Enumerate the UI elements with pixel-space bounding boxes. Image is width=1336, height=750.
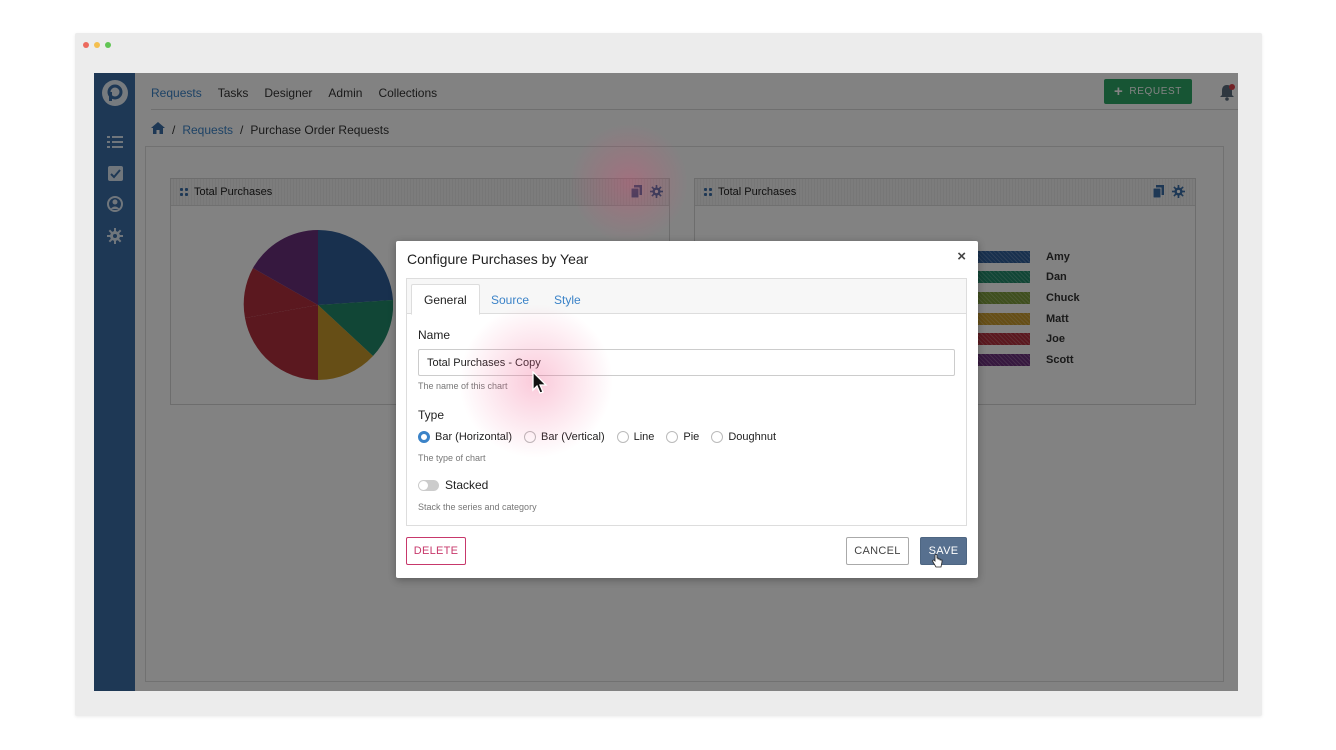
chart-type-radio-group: Bar (Horizontal) Bar (Vertical) Line Pie… xyxy=(418,431,788,443)
radio-unselected-icon xyxy=(711,431,724,443)
type-help-text: The type of chart xyxy=(418,453,486,463)
chart-name-value: Total Purchases - Copy xyxy=(427,356,541,369)
type-label: Type xyxy=(418,408,445,422)
radio-pie[interactable]: Pie xyxy=(666,431,699,443)
radio-selected-icon xyxy=(418,431,430,443)
radio-bar-vertical[interactable]: Bar (Vertical) xyxy=(524,431,605,443)
cancel-button[interactable]: CANCEL xyxy=(846,537,909,565)
toggle-knob xyxy=(419,481,428,490)
radio-label: Doughnut xyxy=(728,431,777,443)
tab-bar: General Source Style xyxy=(407,279,966,315)
app: Requests Tasks Designer Admin Collection… xyxy=(94,73,1238,691)
stacked-toggle[interactable] xyxy=(418,480,439,491)
close-window-dot[interactable] xyxy=(83,42,89,48)
tab-general[interactable]: General xyxy=(411,284,480,315)
radio-label: Bar (Vertical) xyxy=(541,431,605,443)
modal-title: Configure Purchases by Year xyxy=(407,251,589,267)
delete-button[interactable]: DELETE xyxy=(406,537,466,565)
maximize-window-dot[interactable] xyxy=(105,42,111,48)
stacked-label: Stacked xyxy=(445,478,489,492)
radio-line[interactable]: Line xyxy=(616,431,655,443)
configure-chart-modal: Configure Purchases by Year × General So… xyxy=(396,241,978,578)
tab-source[interactable]: Source xyxy=(479,284,541,315)
browser-window: Requests Tasks Designer Admin Collection… xyxy=(75,33,1262,716)
radio-unselected-icon xyxy=(616,431,629,443)
stacked-help-text: Stack the series and category xyxy=(418,502,537,512)
radio-label: Bar (Horizontal) xyxy=(435,431,513,443)
window-controls xyxy=(83,42,111,48)
name-help-text: The name of this chart xyxy=(418,381,508,391)
hand-pointer-icon xyxy=(932,554,943,568)
radio-label: Pie xyxy=(683,431,700,443)
chart-name-input[interactable]: Total Purchases - Copy xyxy=(418,349,955,376)
name-label: Name xyxy=(418,328,451,342)
radio-bar-horizontal[interactable]: Bar (Horizontal) xyxy=(418,431,512,443)
settings-panel: General Source Style Name Total Purchase… xyxy=(406,278,967,526)
radio-unselected-icon xyxy=(666,431,679,443)
radio-label: Line xyxy=(633,431,655,443)
save-button[interactable]: SAVE xyxy=(920,537,967,565)
close-icon[interactable]: × xyxy=(957,248,966,265)
tab-style[interactable]: Style xyxy=(542,284,593,315)
radio-unselected-icon xyxy=(524,431,537,443)
radio-doughnut[interactable]: Doughnut xyxy=(711,431,776,443)
mouse-pointer-icon xyxy=(532,371,548,394)
minimize-window-dot[interactable] xyxy=(94,42,100,48)
